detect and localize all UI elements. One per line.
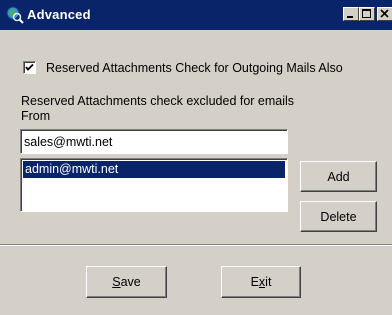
save-button-key: S [112, 274, 121, 289]
close-button[interactable] [377, 7, 392, 21]
email-input[interactable] [24, 133, 282, 150]
minimize-icon [347, 16, 353, 18]
exit-button-prefix: E [250, 274, 259, 289]
minimize-button[interactable] [343, 7, 359, 21]
maximize-icon [362, 9, 371, 18]
add-button[interactable]: Add [300, 161, 377, 192]
exit-button[interactable]: Exit [221, 266, 301, 298]
outgoing-check-label[interactable]: Reserved Attachments Check for Outgoing … [46, 61, 343, 75]
divider-highlight [0, 245, 392, 246]
excluded-label: Reserved Attachments check excluded for … [21, 94, 295, 123]
delete-button[interactable]: Delete [300, 201, 377, 232]
save-button[interactable]: Save [86, 266, 167, 298]
list-item[interactable]: admin@mwti.net [23, 161, 285, 178]
exit-button-rest: it [265, 274, 272, 289]
title-bar[interactable]: Advanced [0, 0, 392, 30]
excluded-emails-list[interactable]: admin@mwti.net [20, 158, 288, 212]
outgoing-check-checkbox[interactable] [23, 61, 36, 74]
email-field[interactable] [20, 129, 288, 154]
checkmark-icon [25, 63, 34, 71]
maximize-button[interactable] [359, 7, 375, 21]
save-button-rest: ave [120, 274, 141, 289]
globe-magnifier-icon [6, 6, 24, 24]
close-icon [380, 9, 389, 18]
window-title: Advanced [27, 7, 91, 22]
